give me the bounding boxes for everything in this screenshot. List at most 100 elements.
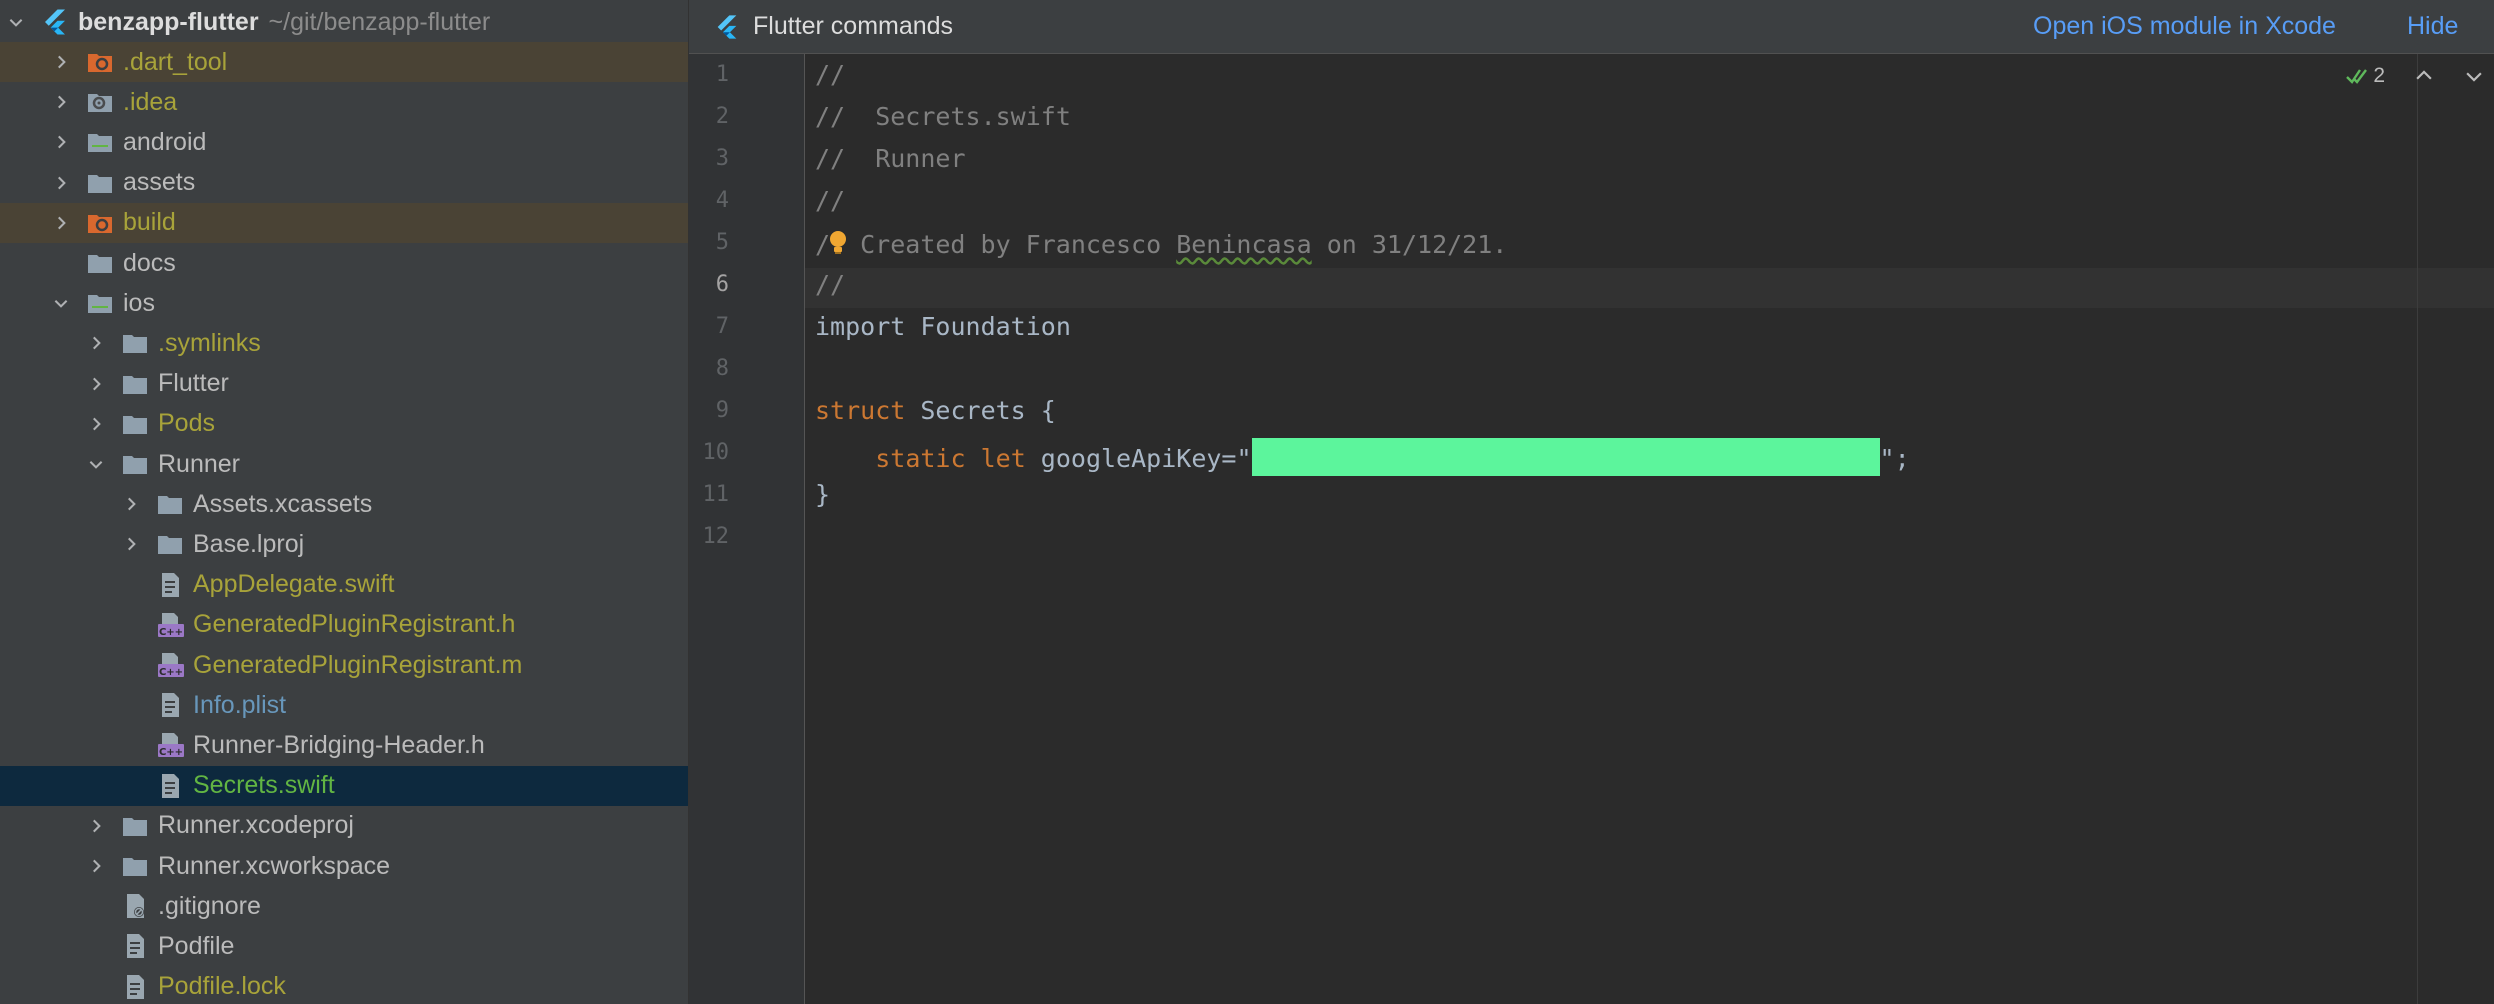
code-line[interactable]: // [815, 60, 845, 89]
tree-item[interactable]: Pods [0, 404, 688, 444]
tree-item-label: Runner-Bridging-Header.h [193, 730, 485, 759]
code-line[interactable]: import Foundation [815, 312, 1071, 341]
chevron-right-icon[interactable] [121, 534, 141, 554]
code-line[interactable]: struct Secrets { [815, 396, 1056, 425]
tree-item-label: ios [123, 288, 155, 317]
tree-item[interactable]: Runner.xcodeproj [0, 806, 688, 846]
inspection-status[interactable]: 2 [2345, 64, 2385, 88]
project-name: benzapp-flutter [78, 7, 259, 36]
code-line[interactable]: / Created by Francesco Benincasa on 31/1… [815, 228, 1507, 262]
line-number-gutter[interactable]: 1 2 3 4 5 6 7 8 9 10 11 12 [689, 54, 805, 1004]
tree-item[interactable]: docs [0, 243, 688, 283]
tree-item[interactable]: C++ Runner-Bridging-Header.h [0, 725, 688, 765]
tree-item[interactable]: .dart_tool [0, 42, 688, 82]
file-icon [155, 570, 185, 600]
tree-item[interactable]: assets [0, 163, 688, 203]
chevron-right-icon[interactable] [86, 333, 106, 353]
tree-item-label: Podfile.lock [158, 972, 286, 1001]
folder-icon [85, 248, 115, 278]
tree-item-label: Info.plist [193, 690, 287, 719]
chevron-right-icon[interactable] [86, 374, 106, 394]
code-line[interactable]: // [815, 186, 845, 215]
hide-banner-link[interactable]: Hide [2407, 12, 2458, 41]
tree-item-label: .symlinks [158, 328, 261, 357]
tree-item-label: .idea [123, 87, 178, 116]
tree-item-label: docs [123, 248, 176, 277]
file-icon [155, 690, 185, 720]
project-root-row[interactable]: benzapp-flutter ~/git/benzapp-flutter [0, 2, 688, 42]
tree-item[interactable]: Podfile.lock [0, 967, 688, 1004]
chevron-right-icon[interactable] [51, 213, 71, 233]
banner-title: Flutter commands [753, 12, 954, 40]
tree-item[interactable]: ios [0, 283, 688, 323]
tree-item[interactable]: .symlinks [0, 323, 688, 363]
chevron-down-icon[interactable] [2463, 65, 2485, 87]
folder-module-icon [85, 288, 115, 318]
chevron-down-icon[interactable] [51, 293, 71, 313]
project-tree: benzapp-flutter ~/git/benzapp-flutter .d… [0, 0, 688, 1004]
tree-item[interactable]: C++ GeneratedPluginRegistrant.h [0, 605, 688, 645]
code-line[interactable]: // Runner [815, 144, 966, 173]
tree-item[interactable]: build [0, 202, 688, 243]
code-editor[interactable]: Flutter commands Open iOS module in Xcod… [688, 0, 2494, 1004]
folder-icon [120, 328, 150, 358]
code-line[interactable]: // [815, 270, 845, 299]
line-number: 12 [702, 524, 730, 549]
tree-item-label: .dart_tool [123, 47, 228, 76]
chevron-right-icon[interactable] [86, 414, 106, 434]
file-icon [120, 931, 150, 961]
tree-item-label: android [123, 127, 207, 156]
folder-excluded-icon [85, 208, 115, 238]
chevron-right-icon[interactable] [86, 856, 106, 876]
line-number: 11 [702, 482, 730, 507]
tree-item-label: Secrets.swift [193, 771, 335, 800]
code-line[interactable]: } [815, 480, 830, 509]
folder-icon [120, 811, 150, 841]
file-icon [155, 771, 185, 801]
tree-item[interactable]: AppDelegate.swift [0, 565, 688, 605]
tree-item[interactable]: .idea [0, 82, 688, 122]
tree-item[interactable]: .gitignore [0, 886, 688, 926]
chevron-up-icon[interactable] [2413, 65, 2435, 87]
chevron-right-icon[interactable] [121, 494, 141, 514]
tree-item-label: Runner [158, 449, 240, 478]
folder-module-icon [85, 127, 115, 157]
tree-item[interactable]: Base.lproj [0, 524, 688, 564]
chevron-right-icon[interactable] [51, 132, 71, 152]
chevron-down-icon[interactable] [86, 454, 106, 474]
line-number: 9 [715, 398, 729, 423]
cpp-file-icon: C++ [155, 730, 185, 760]
folder-icon [155, 529, 185, 559]
tree-item-label: Flutter [158, 369, 229, 398]
tree-item[interactable]: Runner [0, 444, 688, 484]
tree-item[interactable]: Runner.xcworkspace [0, 846, 688, 886]
flutter-commands-banner: Flutter commands Open iOS module in Xcod… [689, 0, 2494, 54]
svg-text:C++: C++ [159, 667, 183, 678]
code-line[interactable]: static let googleApiKey=" "; [815, 438, 1910, 476]
tree-item-label: .gitignore [158, 891, 261, 920]
chevron-down-icon[interactable] [6, 12, 26, 32]
double-check-icon [2346, 69, 2368, 84]
chevron-right-icon[interactable] [51, 173, 71, 193]
code-line[interactable]: // Secrets.swift [815, 102, 1071, 131]
tree-item-label: Assets.xcassets [193, 489, 373, 518]
tree-item[interactable]: Info.plist [0, 685, 688, 725]
tree-item-label: Base.lproj [193, 529, 305, 558]
lightbulb-icon[interactable] [830, 228, 847, 262]
open-ios-xcode-link[interactable]: Open iOS module in Xcode [2033, 12, 2336, 41]
tree-item-label: GeneratedPluginRegistrant.h [193, 610, 516, 639]
chevron-right-icon[interactable] [86, 816, 106, 836]
flutter-icon [40, 7, 70, 37]
tree-item[interactable]: android [0, 122, 688, 162]
tree-item-label: Pods [158, 409, 215, 438]
chevron-right-icon[interactable] [51, 92, 71, 112]
tree-item[interactable]: Secrets.swift [0, 765, 688, 806]
tree-item[interactable]: Flutter [0, 364, 688, 404]
tree-item[interactable]: Assets.xcassets [0, 484, 688, 524]
chevron-right-icon[interactable] [51, 52, 71, 72]
tree-item[interactable]: Podfile [0, 926, 688, 966]
folder-icon [120, 409, 150, 439]
svg-text:C++: C++ [159, 747, 183, 758]
tree-item[interactable]: C++ GeneratedPluginRegistrant.m [0, 645, 688, 685]
inspection-widget[interactable]: 2 [2345, 64, 2485, 88]
